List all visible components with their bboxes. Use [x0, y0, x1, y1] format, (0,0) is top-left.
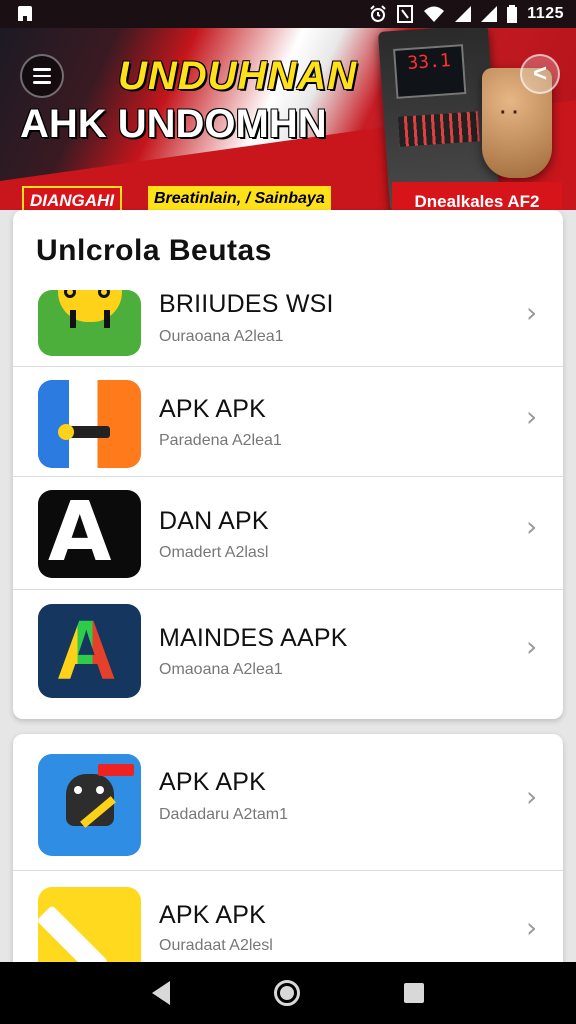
share-button[interactable]: <	[520, 54, 560, 94]
app-subtitle: Omadert A2lasl	[159, 544, 269, 561]
android-robot-icon	[38, 754, 141, 856]
banner-tag-right[interactable]: Dnealkales AF2	[392, 182, 562, 210]
app-list-card: Unlcrola Beutas BRIIUDES WSI Ouraoana A2…	[13, 210, 563, 719]
signal-icon	[455, 6, 472, 22]
wifi-icon	[424, 6, 445, 22]
a-letter-app-icon: A	[38, 604, 141, 698]
banner-tag-red: DIANGAHI	[22, 186, 123, 210]
chevron-right-icon: ›	[526, 400, 538, 433]
promo-banner[interactable]: 33.1 · · < UNDUHNAN AHK UNDOMHN DIANGAHI…	[0, 28, 576, 210]
recent-apps-icon[interactable]	[404, 983, 424, 1003]
chevron-right-icon: ›	[526, 780, 538, 813]
list-item[interactable]: BRIIUDES WSI Ouraoana A2lea1 ›	[13, 290, 563, 367]
a-letter-app-icon: A	[38, 490, 141, 578]
chevron-right-icon: ›	[526, 296, 538, 329]
app-subtitle: Ouraoana A2lea1	[159, 328, 284, 345]
back-icon[interactable]	[152, 981, 170, 1005]
nfc-icon	[397, 5, 414, 23]
app-subtitle: Ouradaat A2lesl	[159, 937, 273, 954]
ruler-app-icon	[38, 887, 141, 974]
app-subtitle: Dadadaru A2tam1	[159, 806, 288, 823]
section-title: Unlcrola Beutas	[36, 234, 272, 267]
share-icon: <	[532, 60, 547, 87]
list-item[interactable]: A DAN APK Omadert A2lasl ›	[13, 477, 563, 590]
banner-tag-yellow: Breatinlain, / Sainbaya	[148, 186, 331, 210]
smiley-app-icon	[38, 290, 141, 356]
chevron-right-icon: ›	[526, 630, 538, 663]
status-time: 1125	[527, 5, 564, 22]
app-name: APK APK	[159, 395, 267, 423]
list-item[interactable]: APK APK Paradena A2lea1 ›	[13, 367, 563, 477]
device-display: 33.1	[393, 44, 467, 99]
status-bar: 1125	[0, 0, 576, 28]
chevron-right-icon: ›	[526, 911, 538, 944]
banner-headline-top: UNDUHNAN	[118, 54, 358, 98]
chevron-right-icon: ›	[526, 510, 538, 543]
battery-icon	[507, 5, 518, 23]
home-icon[interactable]	[274, 980, 300, 1006]
app-name: MAINDES AAPK	[159, 624, 348, 652]
list-item[interactable]: A MAINDES AAPK Omaoana A2lea1 ›	[13, 590, 563, 719]
alarm-icon	[370, 5, 386, 22]
app-notification-icon	[18, 6, 32, 21]
app-subtitle: Paradena A2lea1	[159, 432, 282, 449]
app-subtitle: Omaoana A2lea1	[159, 661, 283, 678]
device-keys	[397, 111, 480, 147]
navigation-bar	[0, 962, 576, 1024]
list-item[interactable]: APK APK Ouradaat A2lesl ›	[13, 871, 563, 974]
list-item[interactable]: APK APK Dadadaru A2tam1 ›	[13, 734, 563, 871]
hamburger-icon	[33, 68, 51, 71]
banner-headline-main: AHK UNDOMHN	[20, 102, 327, 146]
app-name: DAN APK	[159, 507, 269, 535]
a-letter-app-icon	[38, 380, 141, 468]
signal-icon	[481, 6, 498, 22]
app-name: APK APK	[159, 901, 267, 929]
app-list-card: APK APK Dadadaru A2tam1 › APK APK Ourada…	[13, 734, 563, 974]
app-name: BRIIUDES WSI	[159, 290, 334, 318]
menu-button[interactable]	[20, 54, 64, 98]
app-name: APK APK	[159, 768, 267, 796]
